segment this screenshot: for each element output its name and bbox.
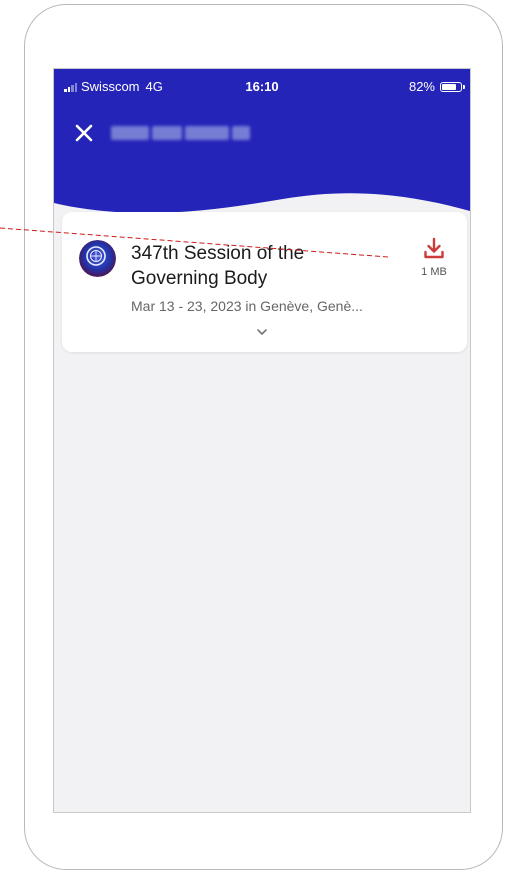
chevron-down-icon[interactable] — [255, 327, 269, 337]
status-time: 16:10 — [245, 79, 279, 94]
status-bar: Swisscom 4G 16:10 82% — [54, 75, 470, 99]
battery-percent: 82% — [408, 79, 435, 94]
download-icon — [424, 237, 444, 259]
download-button[interactable]: 1 MB — [412, 236, 456, 278]
download-size: 1 MB — [421, 266, 447, 278]
page-title-redacted — [111, 124, 251, 142]
event-date-location: Mar 13 - 23, 2023 in Genève, Genè... — [131, 298, 363, 314]
event-card[interactable]: 347th Session of the Governing Body Mar … — [62, 212, 467, 352]
event-title[interactable]: 347th Session of the Governing Body — [131, 241, 391, 291]
battery-icon — [440, 81, 465, 92]
app-screen: Swisscom 4G 16:10 82% 347th Session of t… — [53, 68, 471, 813]
close-button[interactable] — [72, 121, 96, 145]
close-icon — [75, 124, 93, 142]
status-right: 82% — [408, 79, 465, 94]
battery-fill — [442, 83, 457, 90]
event-logo-icon — [79, 240, 116, 277]
